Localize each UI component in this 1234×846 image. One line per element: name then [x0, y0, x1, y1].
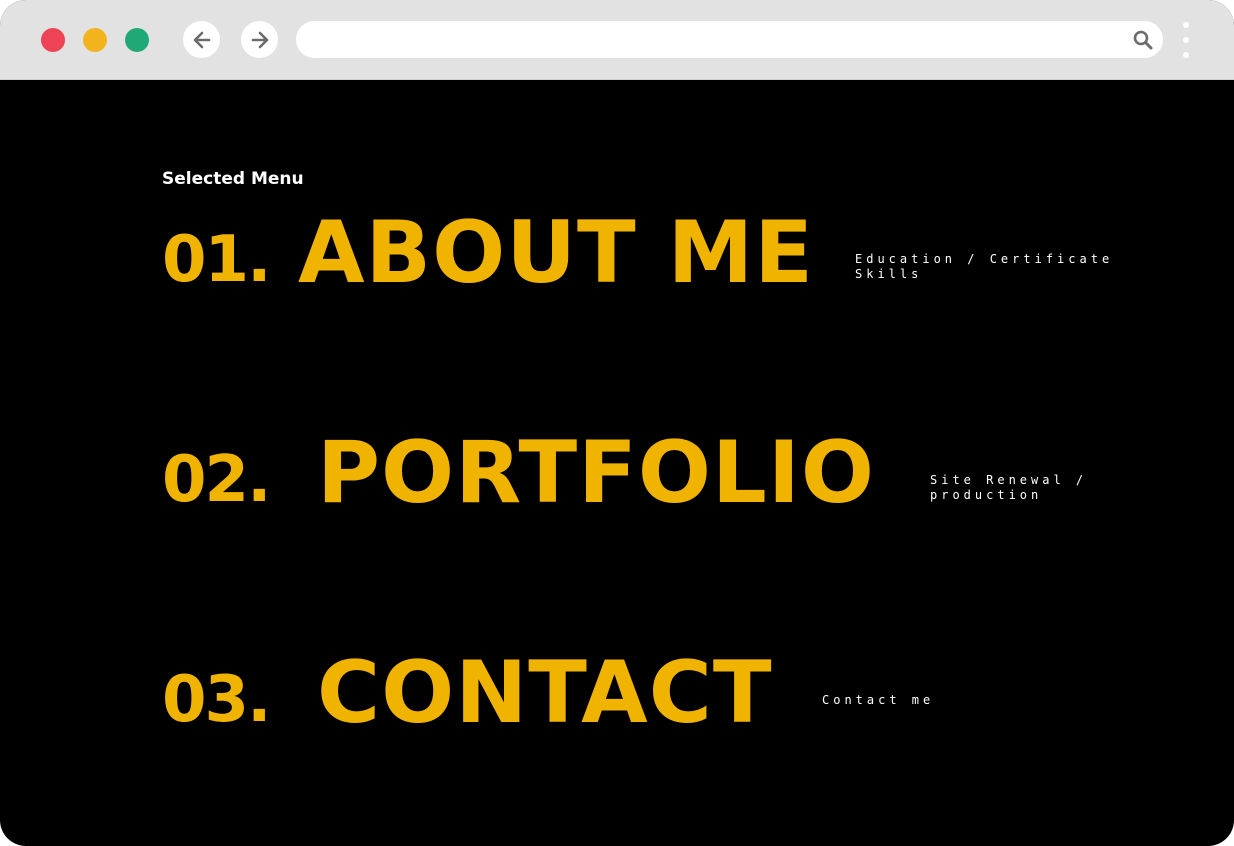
browser-window: Selected Menu 01. ABOUT ME Education / C… [0, 0, 1234, 846]
menu-item-label[interactable]: ABOUT ME [298, 210, 828, 296]
menu-item-description: Education / Certificate Skills [855, 252, 1114, 281]
menu-item-number: 02. [162, 443, 271, 517]
browser-toolbar [0, 0, 1234, 80]
menu-item-description: Site Renewal / production [930, 473, 1088, 502]
forward-button[interactable] [241, 21, 278, 58]
arrow-left-icon [193, 31, 210, 48]
address-bar[interactable] [296, 21, 1163, 58]
page-content: Selected Menu 01. ABOUT ME Education / C… [0, 80, 1234, 846]
menu-item-label[interactable]: CONTACT [317, 650, 797, 736]
url-input[interactable] [314, 29, 1118, 52]
minimize-window-button[interactable] [83, 28, 107, 52]
maximize-window-button[interactable] [125, 28, 149, 52]
back-button[interactable] [183, 21, 220, 58]
kebab-menu-icon[interactable] [1180, 20, 1192, 60]
menu-item-number: 01. [162, 223, 271, 297]
menu-item-description: Contact me [822, 693, 935, 707]
close-window-button[interactable] [41, 28, 65, 52]
menu-title: Selected Menu [162, 169, 304, 189]
menu-item-number: 03. [162, 663, 271, 737]
menu-item-label[interactable]: PORTFOLIO [317, 430, 907, 516]
search-icon[interactable] [1132, 29, 1154, 51]
arrow-right-icon [251, 31, 268, 48]
